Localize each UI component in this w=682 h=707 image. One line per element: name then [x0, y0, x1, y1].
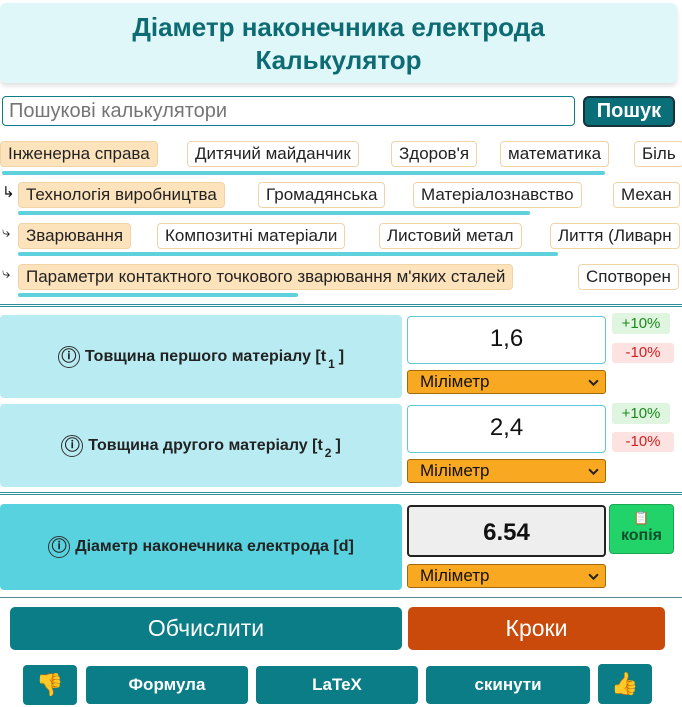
thickness-2-label: ⓘ Товщина другого матеріалу [t 2] [0, 404, 402, 487]
result-unit-select[interactable]: Міліметр [407, 564, 606, 588]
like-button[interactable]: 👍 [598, 664, 652, 704]
category-chip[interactable]: Дитячий майданчик [187, 141, 359, 167]
category-row-2: ↳ Технологія виробництва Громадянська Ма… [0, 181, 682, 221]
thickness-2-unit-value: Міліметр [420, 461, 490, 480]
page-header: Діаметр наконечника електрода Калькулято… [0, 3, 677, 83]
chevron-down-icon [588, 468, 599, 476]
category-chip[interactable]: Механ [613, 182, 680, 208]
dislike-button[interactable]: 👎 [23, 665, 77, 705]
formula-button[interactable]: Формула [86, 666, 248, 704]
page-title-line1: Діаметр наконечника електрода [132, 12, 545, 42]
decrease-10-button[interactable]: -10% [612, 343, 674, 363]
category-chip[interactable]: Інженерна справа [0, 141, 158, 167]
steps-button[interactable]: Кроки [408, 607, 665, 650]
thumbs-up-icon: 👍 [611, 671, 639, 696]
category-chip[interactable]: Лиття (Ливарн [550, 223, 680, 249]
calculate-button[interactable]: Обчислити [10, 607, 402, 650]
category-row-4: ⤷ Параметри контактного точкового зварюв… [0, 263, 682, 303]
copy-button-label: копія [620, 527, 662, 544]
copy-button[interactable]: 📋 копія [609, 504, 674, 554]
category-chip[interactable]: Спотворен [578, 264, 679, 290]
thickness-2-subscript: 2 [324, 445, 332, 460]
category-row-3: ⤷ Зварювання Композитні матеріали Листов… [0, 222, 682, 262]
scroll-indicator[interactable] [18, 293, 298, 297]
thickness-1-label: ⓘ Товщина першого матеріалу [t 1] [0, 315, 402, 398]
category-row-1: Інженерна справа Дитячий майданчик Здоро… [0, 140, 682, 180]
category-chip[interactable]: Технологія виробництва [18, 182, 225, 208]
category-chip[interactable]: математика [500, 141, 610, 167]
section-divider [0, 597, 682, 598]
category-chip[interactable]: Матеріалознавство [413, 182, 582, 208]
section-divider [0, 492, 682, 495]
thickness-2-label-text: Товщина другого матеріалу [t [88, 436, 323, 454]
result-label-text: Діаметр наконечника електрода [d] [75, 538, 354, 555]
result-output[interactable]: 6.54 [407, 505, 606, 557]
category-chip[interactable]: Зварювання [18, 223, 132, 249]
info-icon[interactable]: ⓘ [48, 536, 71, 558]
chevron-down-icon [588, 379, 599, 387]
thickness-1-unit-value: Міліметр [420, 372, 490, 391]
result-unit-value: Міліметр [420, 566, 490, 585]
thumbs-down-icon: 👎 [36, 672, 64, 697]
search-button[interactable]: Пошук [583, 96, 675, 127]
subcategory-arrow-icon: ⤷ [2, 265, 11, 282]
decrease-10-button[interactable]: -10% [612, 432, 674, 452]
thickness-2-unit-select[interactable]: Міліметр [407, 459, 606, 483]
section-divider [0, 304, 682, 307]
thickness-1-label-text: Товщина першого матеріалу [t [84, 347, 327, 365]
category-chip[interactable]: Громадянська [258, 182, 386, 208]
thickness-2-input[interactable]: 2,4 [407, 405, 606, 453]
increase-10-button[interactable]: +10% [612, 403, 670, 424]
reset-button[interactable]: скинути [426, 666, 590, 704]
category-chip[interactable]: Параметри контактного точкового зварюван… [18, 264, 514, 290]
thickness-1-subscript: 1 [328, 356, 335, 371]
scroll-indicator[interactable] [18, 211, 530, 215]
scroll-indicator[interactable] [18, 252, 558, 256]
clipboard-icon: 📋 [633, 510, 650, 525]
thickness-1-unit-select[interactable]: Міліметр [407, 370, 606, 394]
thickness-1-label-close: ] [338, 347, 345, 365]
chevron-down-icon [588, 573, 599, 581]
scroll-indicator[interactable] [2, 171, 605, 175]
search-input[interactable] [2, 96, 575, 126]
thickness-1-input[interactable]: 1,6 [407, 316, 606, 364]
category-chip[interactable]: Листовий метал [379, 223, 522, 249]
info-icon[interactable]: ⓘ [57, 345, 80, 368]
page-title-line2: Калькулятор [255, 45, 422, 75]
subcategory-arrow-icon: ↳ [2, 184, 15, 201]
subcategory-arrow-icon: ⤷ [2, 224, 11, 241]
thickness-2-label-close: ] [335, 436, 341, 454]
category-chip[interactable]: Здоров'я [391, 141, 478, 167]
category-chip[interactable]: Композитні матеріали [157, 223, 346, 249]
category-chip[interactable]: Біль [634, 141, 682, 167]
search-row: Пошук [0, 96, 682, 128]
info-icon[interactable]: ⓘ [61, 434, 84, 457]
latex-button[interactable]: LaTeX [256, 666, 418, 704]
result-label: ⓘ Діаметр наконечника електрода [d] [0, 504, 402, 590]
increase-10-button[interactable]: +10% [612, 313, 670, 334]
